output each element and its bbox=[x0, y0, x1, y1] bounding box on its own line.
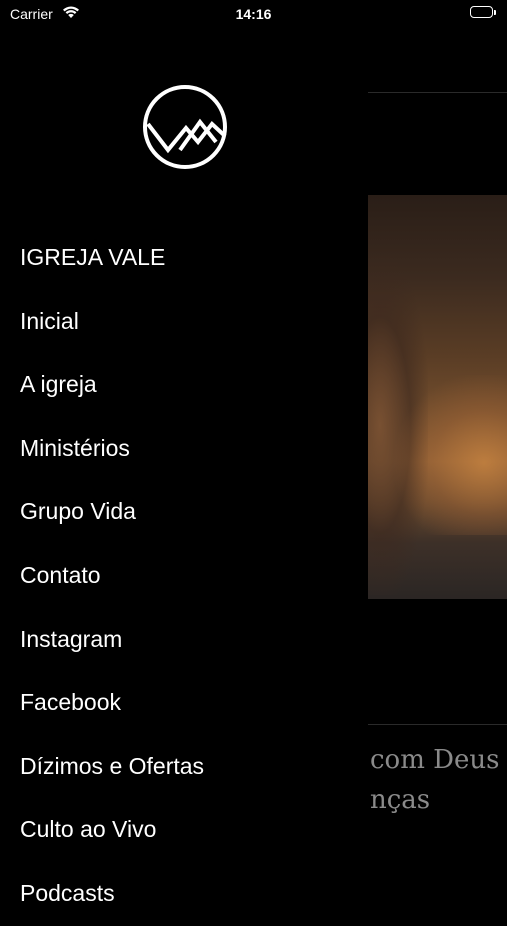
hero-image[interactable] bbox=[368, 195, 507, 599]
menu-item-dizimos-e-ofertas[interactable]: Dízimos e Ofertas bbox=[0, 735, 368, 799]
menu-item-culto-ao-vivo[interactable]: Culto ao Vivo bbox=[0, 798, 368, 862]
header-divider bbox=[368, 92, 507, 93]
drawer-menu: IGREJA VALE Inicial A igreja Ministérios… bbox=[0, 226, 368, 926]
igreja-vale-logo[interactable] bbox=[142, 84, 228, 170]
hero-sunset-glow bbox=[388, 375, 507, 535]
menu-item-facebook[interactable]: Facebook bbox=[0, 671, 368, 735]
menu-item-grupo-vida[interactable]: Grupo Vida bbox=[0, 480, 368, 544]
menu-item-instagram[interactable]: Instagram bbox=[0, 608, 368, 672]
content-divider bbox=[368, 724, 507, 725]
side-drawer: IGREJA VALE Inicial A igreja Ministérios… bbox=[0, 0, 368, 906]
post-title[interactable]: com Deus nças bbox=[370, 740, 507, 820]
battery-icon bbox=[470, 6, 498, 20]
post-title-line-1: com Deus bbox=[370, 745, 500, 775]
menu-item-podcasts[interactable]: Podcasts bbox=[0, 862, 368, 926]
status-bar: Carrier 14:16 bbox=[0, 0, 507, 30]
menu-item-inicial[interactable]: Inicial bbox=[0, 290, 368, 354]
logo-mark bbox=[143, 85, 227, 169]
clock: 14:16 bbox=[235, 6, 272, 22]
menu-item-contato[interactable]: Contato bbox=[0, 544, 368, 608]
menu-item-ministerios[interactable]: Ministérios bbox=[0, 417, 368, 481]
menu-item-a-igreja[interactable]: A igreja bbox=[0, 353, 368, 417]
post-title-line-2: nças bbox=[370, 785, 431, 815]
menu-item-igreja-vale[interactable]: IGREJA VALE bbox=[0, 226, 368, 290]
